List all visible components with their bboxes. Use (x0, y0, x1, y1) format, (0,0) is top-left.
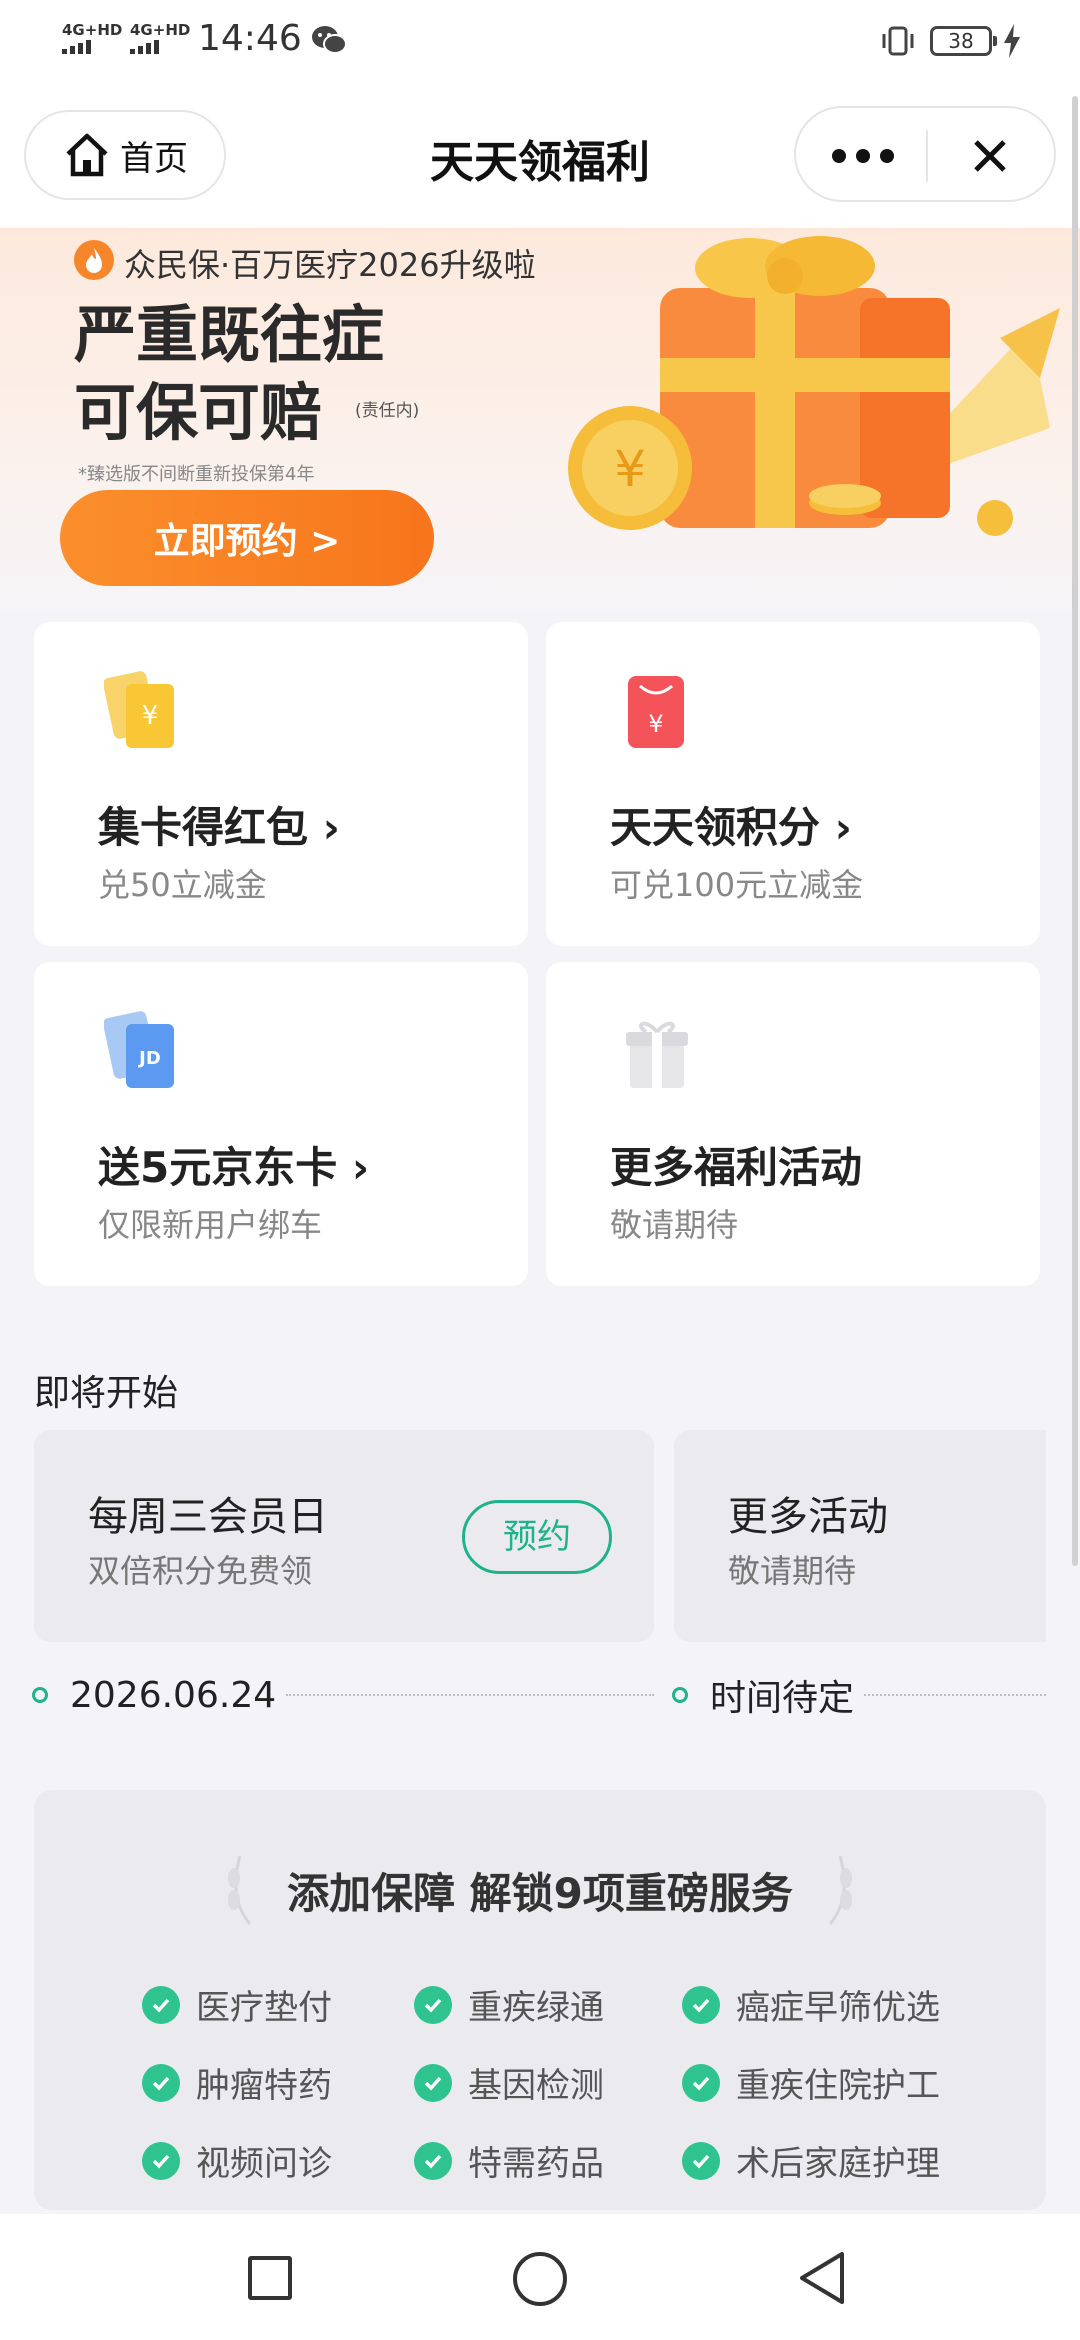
event-title: 每周三会员日 (88, 1494, 328, 1540)
more-dot-icon (880, 149, 894, 163)
service-label: 医疗垫付 (196, 1988, 332, 2028)
banner-subtitle: 众民保·百万医疗2026升级啦 (124, 246, 536, 284)
banner-footnote: *臻选版不间断重新投保第4年 (78, 464, 315, 485)
event-desc: 双倍积分免费领 (88, 1552, 313, 1590)
reserve-now-button[interactable]: 立即预约 > (60, 490, 434, 586)
timeline-dot (672, 1687, 688, 1703)
card-desc: 可兑100元立减金 (610, 866, 864, 904)
service-item: 重疾绿通 (414, 1980, 604, 2029)
svg-text:JD: JD (137, 1048, 161, 1069)
signal-2-label: 4G+HD (130, 21, 191, 39)
service-label: 特需药品 (468, 2144, 604, 2184)
check-icon (682, 1985, 720, 2024)
daily-points-card[interactable]: ¥ 天天领积分 › 可兑100元立减金 (546, 622, 1040, 946)
services-title: 添加保障 解锁9项重磅服务 (287, 1869, 793, 1918)
svg-text:¥: ¥ (142, 701, 159, 731)
nav-bar: 首页 天天领福利 (0, 86, 1080, 228)
card-desc: 敬请期待 (610, 1206, 739, 1244)
gift-box-illustration: ¥ (568, 236, 1060, 536)
signal-2-indicator: 4G+HD (130, 22, 190, 54)
card-title: 集卡得红包 › (98, 803, 340, 852)
reserve-button[interactable]: 预约 (462, 1500, 612, 1574)
status-time: 14:46 (198, 18, 302, 59)
service-label: 重疾住院护工 (736, 2066, 940, 2106)
check-icon (142, 2141, 180, 2180)
card-desc: 兑50立减金 (98, 866, 267, 904)
service-label: 肿瘤特药 (196, 2066, 332, 2106)
event-desc: 敬请期待 (728, 1552, 857, 1590)
service-item: 基因检测 (414, 2058, 604, 2107)
check-icon (414, 2141, 452, 2180)
service-item: 视频问诊 (142, 2136, 332, 2185)
banner-headline-line2: 可保可赔 (74, 376, 323, 449)
promo-banner[interactable]: 众民保·百万医疗2026升级啦 严重既往症 可保可赔 (责任内) *臻选版不间断… (0, 228, 1080, 610)
timeline-item: 2026.06.24 (32, 1670, 654, 1720)
card-title: 更多福利活动 (610, 1143, 863, 1192)
service-item: 肿瘤特药 (142, 2058, 332, 2107)
check-icon (142, 2063, 180, 2102)
more-button[interactable] (832, 136, 902, 176)
check-icon (682, 2063, 720, 2102)
upcoming-section-title: 即将开始 (34, 1373, 179, 1414)
battery-indicator: 38 (930, 26, 997, 56)
capsule-divider (926, 130, 928, 182)
more-events-item: 更多活动 敬请期待 (674, 1430, 1046, 1642)
card-desc: 仅限新用户绑车 (98, 1206, 323, 1244)
check-icon (682, 2141, 720, 2180)
card-title: 送5元京东卡 › (98, 1143, 370, 1192)
timeline-date: 2026.06.24 (70, 1674, 277, 1716)
jd-card-card[interactable]: JD 送5元京东卡 › 仅限新用户绑车 (34, 962, 528, 1286)
check-icon (142, 1985, 180, 2024)
timeline-item: 时间待定 (672, 1670, 1046, 1720)
wechat-icon (312, 26, 347, 54)
signal-1-label: 4G+HD (62, 21, 123, 39)
services-panel: 添加保障 解锁9项重磅服务 医疗垫付 重疾绿通 癌症早筛优选 肿瘤特药 基因检测… (34, 1790, 1046, 2210)
gift-icon (626, 1021, 688, 1088)
jd-card-icon: JD (104, 1011, 174, 1088)
more-dot-icon (856, 149, 870, 163)
banner-headline: 严重既往症 可保可赔 (74, 296, 384, 452)
system-navigation-bar (0, 2214, 1080, 2340)
more-dot-icon (832, 149, 846, 163)
collect-cards-card[interactable]: ¥ 集卡得红包 › 兑50立减金 (34, 622, 528, 946)
service-label: 基因检测 (468, 2066, 604, 2106)
fire-icon (74, 240, 114, 280)
service-item: 癌症早筛优选 (682, 1980, 940, 2029)
service-item: 医疗垫付 (142, 1980, 332, 2029)
timeline-line (864, 1694, 1046, 1696)
event-title: 更多活动 (728, 1494, 888, 1540)
service-label: 视频问诊 (196, 2144, 332, 2184)
timeline-line (286, 1694, 654, 1696)
home-nav-button[interactable] (513, 2252, 567, 2306)
service-item: 术后家庭护理 (682, 2136, 940, 2185)
recent-apps-button[interactable] (248, 2256, 292, 2300)
svg-text:¥: ¥ (648, 710, 663, 738)
service-label: 重疾绿通 (468, 1988, 604, 2028)
banner-note: (责任内) (355, 401, 420, 421)
timeline-date: 时间待定 (710, 1678, 855, 1719)
yellow-card-icon: ¥ (104, 671, 174, 748)
timeline-dot (32, 1687, 48, 1703)
red-envelope-icon: ¥ (628, 676, 684, 748)
check-icon (414, 1985, 452, 2024)
scrollbar[interactable] (1072, 96, 1078, 1566)
signal-1-indicator: 4G+HD (62, 22, 122, 54)
more-benefits-card: 更多福利活动 敬请期待 (546, 962, 1040, 1286)
check-icon (414, 2063, 452, 2102)
status-bar: 4G+HD 4G+HD 14:46 38 (0, 0, 1080, 86)
close-icon[interactable] (968, 134, 1012, 178)
charging-icon (1004, 24, 1020, 58)
back-button[interactable] (796, 2250, 848, 2306)
service-item: 重疾住院护工 (682, 2058, 940, 2107)
card-title: 天天领积分 › (610, 803, 852, 852)
banner-headline-line1: 严重既往症 (74, 298, 385, 371)
svg-text:¥: ¥ (614, 440, 646, 498)
member-day-event: 每周三会员日 双倍积分免费领 预约 (34, 1430, 654, 1642)
service-label: 术后家庭护理 (736, 2144, 940, 2184)
service-label: 癌症早筛优选 (736, 1988, 940, 2028)
vibrate-icon (882, 26, 914, 56)
service-item: 特需药品 (414, 2136, 604, 2185)
mini-program-capsule (794, 106, 1056, 202)
